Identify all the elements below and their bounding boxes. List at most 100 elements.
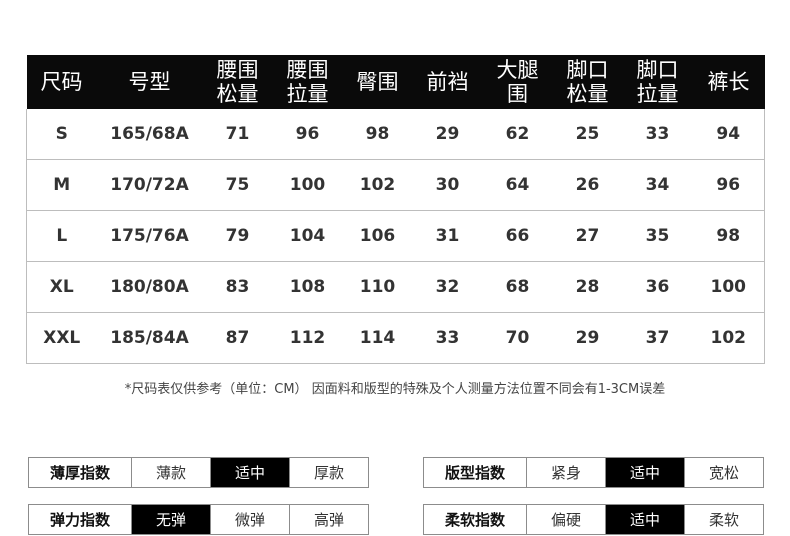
header-cell: 尺码 [26,55,97,109]
table-cell: 62 [482,109,553,160]
index-row: 弹力指数 无弹 微弹 高弹 [28,504,369,535]
header-cell: 脚口 拉量 [622,55,693,109]
table-cell: 70 [482,312,553,364]
header-text: 号型 [128,70,171,94]
header-text: 围 [507,82,528,106]
table-cell: 165/68A [96,109,203,160]
table-header-row: 尺码 号型 腰围 松量 腰围 拉量 臀围 前裆 大腿围脚口 松量 脚口 拉量 裤长 [26,55,765,109]
softness-index: 柔软指数 偏硬 适中 柔软 [423,504,764,535]
table-cell: L [26,210,97,262]
table-cell: 102 [692,312,765,364]
table-cell: 180/80A [96,261,203,313]
size-chart-table: 尺码 号型 腰围 松量 腰围 拉量 臀围 前裆 大腿围脚口 松量 脚口 拉量 裤长 S 165/68A 71… [26,55,765,364]
header-text: 尺码 [40,70,83,94]
header-text: 臀围 [356,70,399,94]
header-cell: 腰围 拉量 [272,55,343,109]
table-cell: 96 [272,109,343,160]
index-option-selected: 无弹 [131,504,211,535]
table-cell: 28 [552,261,623,313]
header-cell: 腰围 松量 [202,55,273,109]
header-text: 拉量 [636,82,679,106]
header-text: 拉量 [286,82,329,106]
header-text: 脚口 [566,58,609,82]
header-cell: 大腿围 [482,55,553,109]
table-cell: 108 [272,261,343,313]
index-option-selected: 适中 [210,457,290,488]
table-cell: 25 [552,109,623,160]
table-body: S 165/68A 71 96 98 29 62 25 33 94 M 170/72A 75 100 102… [26,109,765,364]
table-cell: M [26,159,97,211]
index-label: 弹力指数 [28,504,132,535]
index-option: 厚款 [289,457,369,488]
table-cell: 104 [272,210,343,262]
table-cell: 94 [692,109,765,160]
header-text: 脚口 [636,58,679,82]
header-cell: 臀围 [342,55,413,109]
table-cell: XXL [26,312,97,364]
size-note: *尺码表仅供参考（单位：CM） 因面料和版型的特殊及个人测量方法位置不同会有1-… [124,382,666,397]
index-label: 版型指数 [423,457,527,488]
table-cell: 66 [482,210,553,262]
header-cell: 裤长 [692,55,765,109]
thickness-index: 薄厚指数 薄款 适中 厚款 [28,457,369,488]
table-cell: 98 [342,109,413,160]
header-text: 前裆 [426,70,469,94]
table-row: XL 180/80A 83 108 110 32 68 28 36 100 [26,261,765,313]
table-cell: 35 [622,210,693,262]
table-cell: 170/72A [96,159,203,211]
table-cell: 27 [552,210,623,262]
table-cell: 26 [552,159,623,211]
table-cell: 185/84A [96,312,203,364]
table-cell: 68 [482,261,553,313]
index-option-selected: 适中 [605,504,685,535]
table-cell: 102 [342,159,413,211]
header-cell: 前裆 [412,55,483,109]
index-option: 紧身 [526,457,606,488]
header-text: 松量 [566,82,609,106]
index-option: 薄款 [131,457,211,488]
table-cell: 29 [412,109,483,160]
table-cell: 98 [692,210,765,262]
header-text: 腰围 [216,58,259,82]
table-cell: 79 [202,210,273,262]
table-cell: 87 [202,312,273,364]
table-cell: 100 [272,159,343,211]
index-row: 薄厚指数 薄款 适中 厚款 [28,457,369,488]
index-row: 柔软指数 偏硬 适中 柔软 [423,504,764,535]
table-cell: 106 [342,210,413,262]
table-cell: 83 [202,261,273,313]
header-text: 裤长 [707,70,750,94]
header-cell: 号型 [96,55,203,109]
table-cell: 71 [202,109,273,160]
header-text: 腰围 [286,58,329,82]
table-cell: 100 [692,261,765,313]
table-cell: 110 [342,261,413,313]
index-label: 柔软指数 [423,504,527,535]
index-option: 高弹 [289,504,369,535]
header-cell: 脚口 松量 [552,55,623,109]
table-row: L 175/76A 79 104 106 31 66 27 35 98 [26,210,765,262]
table-cell: 30 [412,159,483,211]
table-cell: 96 [692,159,765,211]
index-row: 版型指数 紧身 适中 宽松 [423,457,764,488]
table-cell: 64 [482,159,553,211]
index-option: 柔软 [684,504,764,535]
table-cell: XL [26,261,97,313]
table-cell: 31 [412,210,483,262]
table-cell: 75 [202,159,273,211]
table-row: XXL 185/84A 87 112 114 33 70 29 37 102 [26,312,765,364]
table-cell: 32 [412,261,483,313]
table-cell: 33 [412,312,483,364]
index-option-selected: 适中 [605,457,685,488]
table-row: S 165/68A 71 96 98 29 62 25 33 94 [26,109,765,160]
index-option: 微弹 [210,504,290,535]
index-option: 宽松 [684,457,764,488]
elasticity-index: 弹力指数 无弹 微弹 高弹 [28,504,369,535]
header-text: 松量 [216,82,259,106]
fit-index: 版型指数 紧身 适中 宽松 [423,457,764,488]
table-cell: 114 [342,312,413,364]
table-cell: S [26,109,97,160]
table-cell: 36 [622,261,693,313]
table-row: M 170/72A 75 100 102 30 64 26 34 96 [26,159,765,211]
table-cell: 34 [622,159,693,211]
